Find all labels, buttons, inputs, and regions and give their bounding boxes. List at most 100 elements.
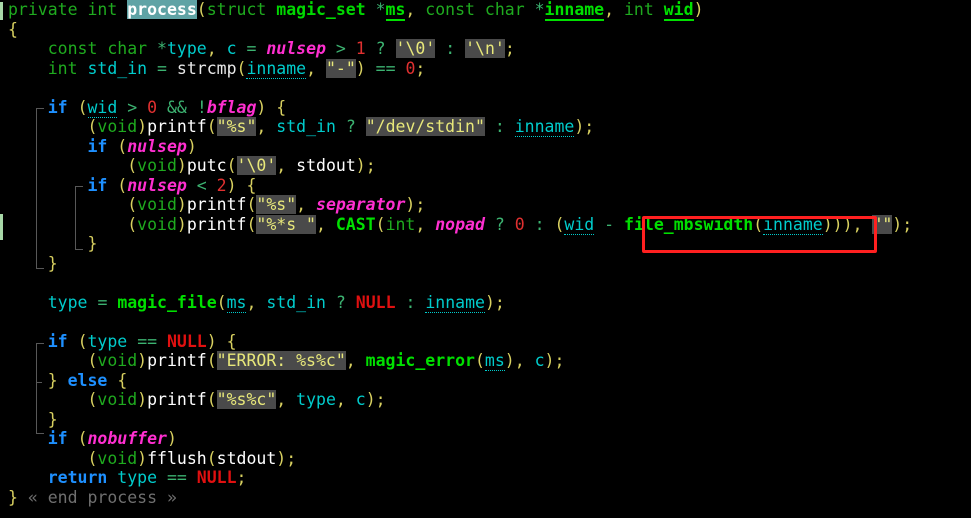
code-line[interactable]: (void)putc('\0', stdout); <box>0 156 971 176</box>
code-token: , <box>415 214 426 234</box>
code-line[interactable]: } <box>0 234 971 254</box>
code-token: bflag <box>206 97 257 117</box>
code-line[interactable]: } « end process » <box>0 488 971 508</box>
code-line[interactable]: (void)printf("%s", std_in ? "/dev/stdin"… <box>0 117 971 137</box>
code-token: ) <box>405 195 416 214</box>
code-area[interactable]: private int process(struct magic_set *ms… <box>0 0 971 518</box>
code-token: void <box>97 448 138 468</box>
code-token: ? <box>335 292 346 312</box>
code-line[interactable]: int std_in = strcmp(inname, "-") == 0; <box>0 58 971 79</box>
code-line[interactable]: if (nulsep) <box>0 137 971 157</box>
code-line[interactable]: const char *type, c = nulsep > 1 ? '\0' … <box>0 39 971 59</box>
code-token: * <box>375 0 386 19</box>
fold-guide-if-nulsep[interactable] <box>75 186 76 249</box>
code-token: : <box>405 292 416 312</box>
code-token: ( <box>206 390 217 409</box>
fold-guide-if-type[interactable] <box>36 343 37 433</box>
code-line[interactable]: (void)fflush(stdout); <box>0 449 971 469</box>
code-token: ) <box>206 331 217 351</box>
code-token: std_in <box>276 117 336 136</box>
code-line[interactable]: } <box>0 254 971 274</box>
code-token: int <box>385 214 416 234</box>
code-token: { <box>117 370 128 390</box>
code-line[interactable]: (void)printf("%s", separator); <box>0 195 971 215</box>
code-token: ( <box>216 292 227 312</box>
code-token: ms <box>385 0 406 21</box>
fold-guide-if-wid[interactable] <box>36 108 37 268</box>
code-token: if <box>47 429 68 448</box>
code-token: wid <box>87 97 118 118</box>
code-token: int <box>47 58 88 78</box>
code-token: ( <box>236 58 247 78</box>
code-token: ms <box>484 351 505 371</box>
code-line[interactable]: type = magic_file(ms, std_in ? NULL : in… <box>0 292 971 313</box>
code-line[interactable]: private int process(struct magic_set *ms… <box>0 0 971 21</box>
code-line[interactable]: { <box>0 20 971 40</box>
code-line[interactable]: } else { <box>0 371 971 391</box>
code-token: , <box>306 58 317 78</box>
code-token: ( <box>117 175 128 195</box>
code-token: int <box>87 0 128 19</box>
code-line[interactable]: (void)printf("%*s ", CAST(int, nopad ? 0… <box>0 214 971 235</box>
code-token: ) <box>842 214 853 234</box>
code-token: { <box>276 97 287 117</box>
code-line[interactable] <box>0 273 971 293</box>
code-token: "ERROR: %s%c" <box>216 351 346 370</box>
code-token: nulsep <box>127 136 187 156</box>
code-token: = <box>157 58 167 78</box>
code-token: ) <box>355 156 366 175</box>
code-token: , <box>514 351 525 370</box>
code-token: ) <box>186 136 197 156</box>
fold-guide-if-type-top-tick <box>36 343 44 344</box>
code-token: ( <box>87 390 98 409</box>
code-editor[interactable]: private int process(struct magic_set *ms… <box>0 0 971 518</box>
code-line[interactable]: if (nobuffer) <box>0 429 971 449</box>
code-token: nulsep <box>127 175 187 195</box>
code-token: file_mbswidth <box>624 214 754 234</box>
code-token: "%s%c" <box>216 390 277 409</box>
code-token: ) <box>574 117 585 136</box>
fold-guide-if-nulsep-bottom-tick <box>75 249 83 250</box>
code-line[interactable] <box>0 78 971 98</box>
code-token: nulsep <box>266 39 326 58</box>
code-line[interactable]: if (nulsep < 2) { <box>0 176 971 196</box>
code-token: ) <box>355 58 366 78</box>
code-token: const <box>425 0 485 19</box>
code-line[interactable]: if (wid > 0 && !bflag) { <box>0 97 971 118</box>
code-token: ) <box>137 117 148 136</box>
code-token: ( <box>196 0 207 19</box>
code-token: ) <box>137 351 148 370</box>
code-line[interactable]: (void)printf("%s%c", type, c); <box>0 390 971 410</box>
code-token: '\0' <box>236 156 277 175</box>
code-line[interactable]: return type == NULL; <box>0 468 971 488</box>
change-marker-signature <box>0 2 3 20</box>
code-line[interactable]: (void)printf("ERROR: %s%c", magic_error(… <box>0 351 971 371</box>
code-token: strcmp <box>176 58 237 78</box>
code-line[interactable] <box>0 312 971 332</box>
code-token: 0 <box>514 214 525 234</box>
code-line[interactable]: } <box>0 410 971 430</box>
code-line[interactable]: if (type == NULL) { <box>0 332 971 352</box>
fold-guide-if-wid-top-tick <box>36 108 44 109</box>
code-token: 2 <box>216 175 227 195</box>
code-token: ( <box>246 195 257 214</box>
code-token: inname <box>544 0 605 21</box>
